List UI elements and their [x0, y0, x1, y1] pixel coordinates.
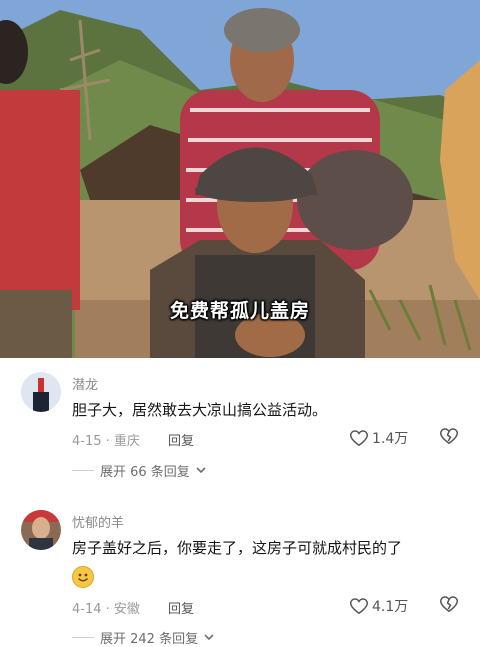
like-count: 1.4万: [372, 431, 409, 447]
comment-text: 胆子大，居然敢去大凉山搞公益活动。: [72, 401, 328, 419]
expand-divider: [72, 637, 94, 638]
comment-username[interactable]: 潜龙: [72, 374, 98, 393]
avatar-image: [21, 510, 61, 550]
expand-replies-label: 展开 242 条回复: [100, 632, 199, 647]
broken-heart-icon: [439, 428, 459, 445]
like-button[interactable]: 4.1万: [350, 596, 408, 616]
expand-replies-label: 展开 66 条回复: [100, 465, 190, 480]
comment-date-location: 4-14 · 安徽: [72, 602, 140, 617]
expand-replies-button[interactable]: 展开 242 条回复: [72, 628, 214, 647]
video-subtitle: 免费帮孤儿盖房: [169, 300, 310, 322]
heart-icon: [350, 597, 368, 614]
reply-button[interactable]: 回复: [168, 598, 194, 617]
avatar[interactable]: [21, 372, 61, 412]
heart-icon: [350, 429, 368, 446]
like-button[interactable]: 1.4万: [350, 428, 408, 448]
like-count: 4.1万: [372, 599, 409, 615]
comment-item: 潜龙 胆子大，居然敢去大凉山搞公益活动。 4-15 · 重庆 回复 1.4万 展…: [0, 358, 480, 488]
dislike-button[interactable]: [439, 428, 459, 449]
smiling-face-emoji-icon: [72, 566, 94, 588]
avatar-image: [21, 372, 61, 412]
video-player[interactable]: 免费帮孤儿盖房: [0, 0, 480, 358]
dislike-button[interactable]: [439, 596, 459, 617]
expand-divider: [72, 470, 94, 471]
reply-button[interactable]: 回复: [168, 430, 194, 449]
chevron-down-icon: [196, 467, 206, 474]
comment-date-location: 4-15 · 重庆: [72, 434, 140, 449]
broken-heart-icon: [439, 596, 459, 613]
avatar[interactable]: [21, 510, 61, 550]
expand-replies-button[interactable]: 展开 66 条回复: [72, 461, 206, 480]
comment-item: 忧郁的羊 房子盖好之后，你要走了，这房子可就成村民的了 4-14 · 安徽 回复…: [0, 500, 480, 647]
comment-text: 房子盖好之后，你要走了，这房子可就成村民的了: [72, 539, 403, 557]
comment-username[interactable]: 忧郁的羊: [72, 512, 124, 531]
